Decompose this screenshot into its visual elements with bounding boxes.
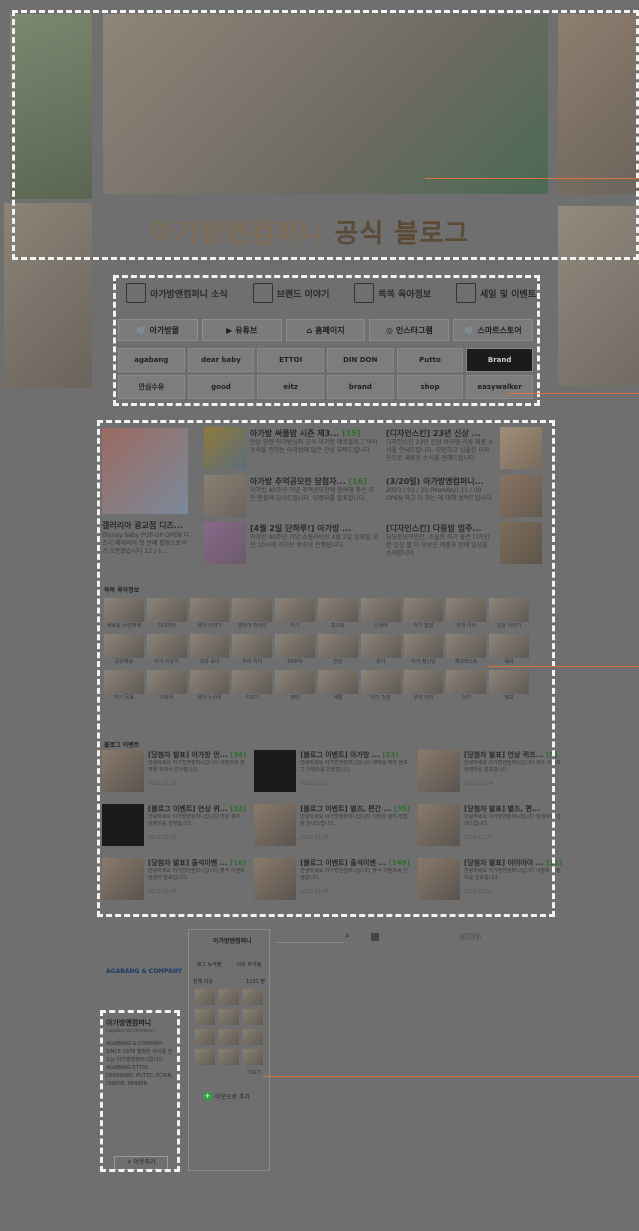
annotation-box-posts (97, 420, 555, 917)
cc-license-icon: ⓒⓘⓢ (460, 933, 481, 941)
tab-neighbor[interactable]: 이웃 추가됨 (229, 961, 269, 968)
neighbor-avatar[interactable] (195, 1049, 215, 1065)
callout-line (425, 178, 639, 179)
annotation-box-header (12, 10, 639, 260)
annotation-box-menu (113, 275, 540, 406)
neighbor-avatar[interactable] (219, 1049, 239, 1065)
neighbor-count-label: 전체 이웃 (193, 979, 213, 985)
widget-title: 아가방앤컴퍼니 (213, 938, 252, 945)
neighbor-count: 1101 명 (246, 979, 265, 985)
callout-line (488, 666, 639, 667)
neighbor-avatar[interactable] (243, 989, 263, 1005)
neighbor-avatar[interactable] (243, 1029, 263, 1045)
plus-icon: + (203, 1092, 212, 1101)
neighbor-avatar[interactable] (195, 1029, 215, 1045)
neighbor-avatar[interactable] (219, 1029, 239, 1045)
sidebar-brand-logo: AGABANG & COMPANY (106, 968, 183, 975)
callout-line (508, 393, 639, 394)
neighbor-widget: 아가방앤컴퍼니 태그 뉴거볼 이웃 추가됨 전체 이웃 1101 명 더보기 +… (188, 929, 270, 1171)
rss-icon[interactable] (371, 933, 379, 941)
search-icon[interactable]: ⌕ (345, 931, 350, 941)
neighbor-avatar[interactable] (219, 1009, 239, 1025)
neighbor-avatar[interactable] (219, 989, 239, 1005)
tab-tag[interactable]: 태그 뉴거볼 (189, 961, 229, 968)
annotation-box-profile (100, 1010, 180, 1172)
callout-line (263, 1076, 639, 1077)
neighbor-avatar[interactable] (195, 989, 215, 1005)
neighbor-avatar[interactable] (243, 1009, 263, 1025)
more-link[interactable]: 더보기 (189, 1069, 261, 1076)
neighbor-avatar[interactable] (195, 1009, 215, 1025)
neighbor-avatar-grid (195, 989, 263, 1065)
search-input[interactable] (276, 933, 344, 943)
neighbor-add-button[interactable]: + 이웃으로 추가 (203, 1092, 269, 1101)
neighbor-avatar[interactable] (243, 1049, 263, 1065)
